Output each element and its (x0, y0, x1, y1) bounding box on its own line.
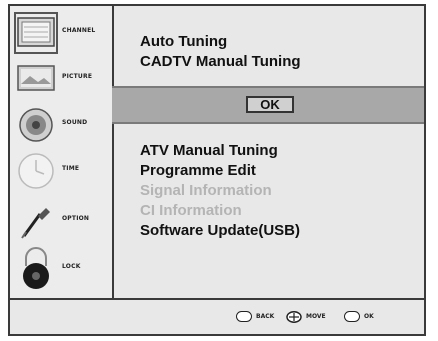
channel-menu-window: CHANNEL PICTURE SOUND TIME OPTION LOCK A… (8, 4, 426, 336)
ok-button[interactable]: OK (246, 96, 294, 113)
sidebar-item-option[interactable]: OPTION (10, 198, 110, 244)
sidebar-item-lock[interactable]: LOCK (10, 246, 110, 292)
menu-item-signal-information: Signal Information (140, 182, 272, 199)
menu-item-atv-manual-tuning[interactable]: ATV Manual Tuning (140, 141, 300, 161)
option-icon (21, 208, 50, 239)
ok-key-icon (344, 311, 360, 322)
menu-item-auto-tuning[interactable]: Auto Tuning (140, 32, 301, 52)
channel-menu-pane: Auto Tuning CADTV Manual Tuning OK ATV M… (112, 6, 424, 298)
sidebar-item-sound[interactable]: SOUND (10, 102, 110, 148)
sidebar-item-label: PICTURE (62, 73, 93, 80)
sidebar-item-time[interactable]: TIME (10, 148, 110, 194)
menu-key-icon (236, 311, 252, 322)
menu-item-cadtv-manual-tuning[interactable]: CADTV Manual Tuning (140, 52, 301, 72)
sidebar-item-picture[interactable]: PICTURE (10, 56, 110, 102)
menu-item-software-update[interactable]: Software Update(USB) (140, 221, 300, 241)
arrows-key-icon (286, 311, 302, 323)
selection-band: OK (112, 86, 424, 124)
sidebar-item-channel[interactable]: CHANNEL (10, 10, 110, 56)
time-icon (18, 153, 54, 189)
picture-icon (17, 65, 55, 91)
footer-hints: BACK MOVE OK (10, 298, 424, 334)
hint-move-label: MOVE (306, 313, 326, 320)
sidebar-item-label: TIME (62, 165, 80, 172)
sound-icon (19, 108, 53, 142)
sidebar-item-label: OPTION (62, 215, 90, 222)
channel-icon (14, 12, 58, 54)
hint-ok-label: OK (364, 313, 374, 320)
sidebar: CHANNEL PICTURE SOUND TIME OPTION LOCK (10, 6, 114, 298)
menu-item-programme-edit[interactable]: Programme Edit (140, 161, 300, 181)
lock-icon (23, 247, 49, 289)
sidebar-item-label: SOUND (62, 119, 88, 126)
sidebar-item-label: CHANNEL (62, 27, 96, 34)
hint-back-label: BACK (256, 313, 275, 320)
sidebar-item-label: LOCK (62, 263, 81, 270)
menu-item-ci-information: CI Information (140, 202, 242, 219)
menu-top-list: Auto Tuning CADTV Manual Tuning (140, 32, 301, 72)
menu-bottom-list: ATV Manual Tuning Programme Edit Signal … (140, 141, 300, 241)
